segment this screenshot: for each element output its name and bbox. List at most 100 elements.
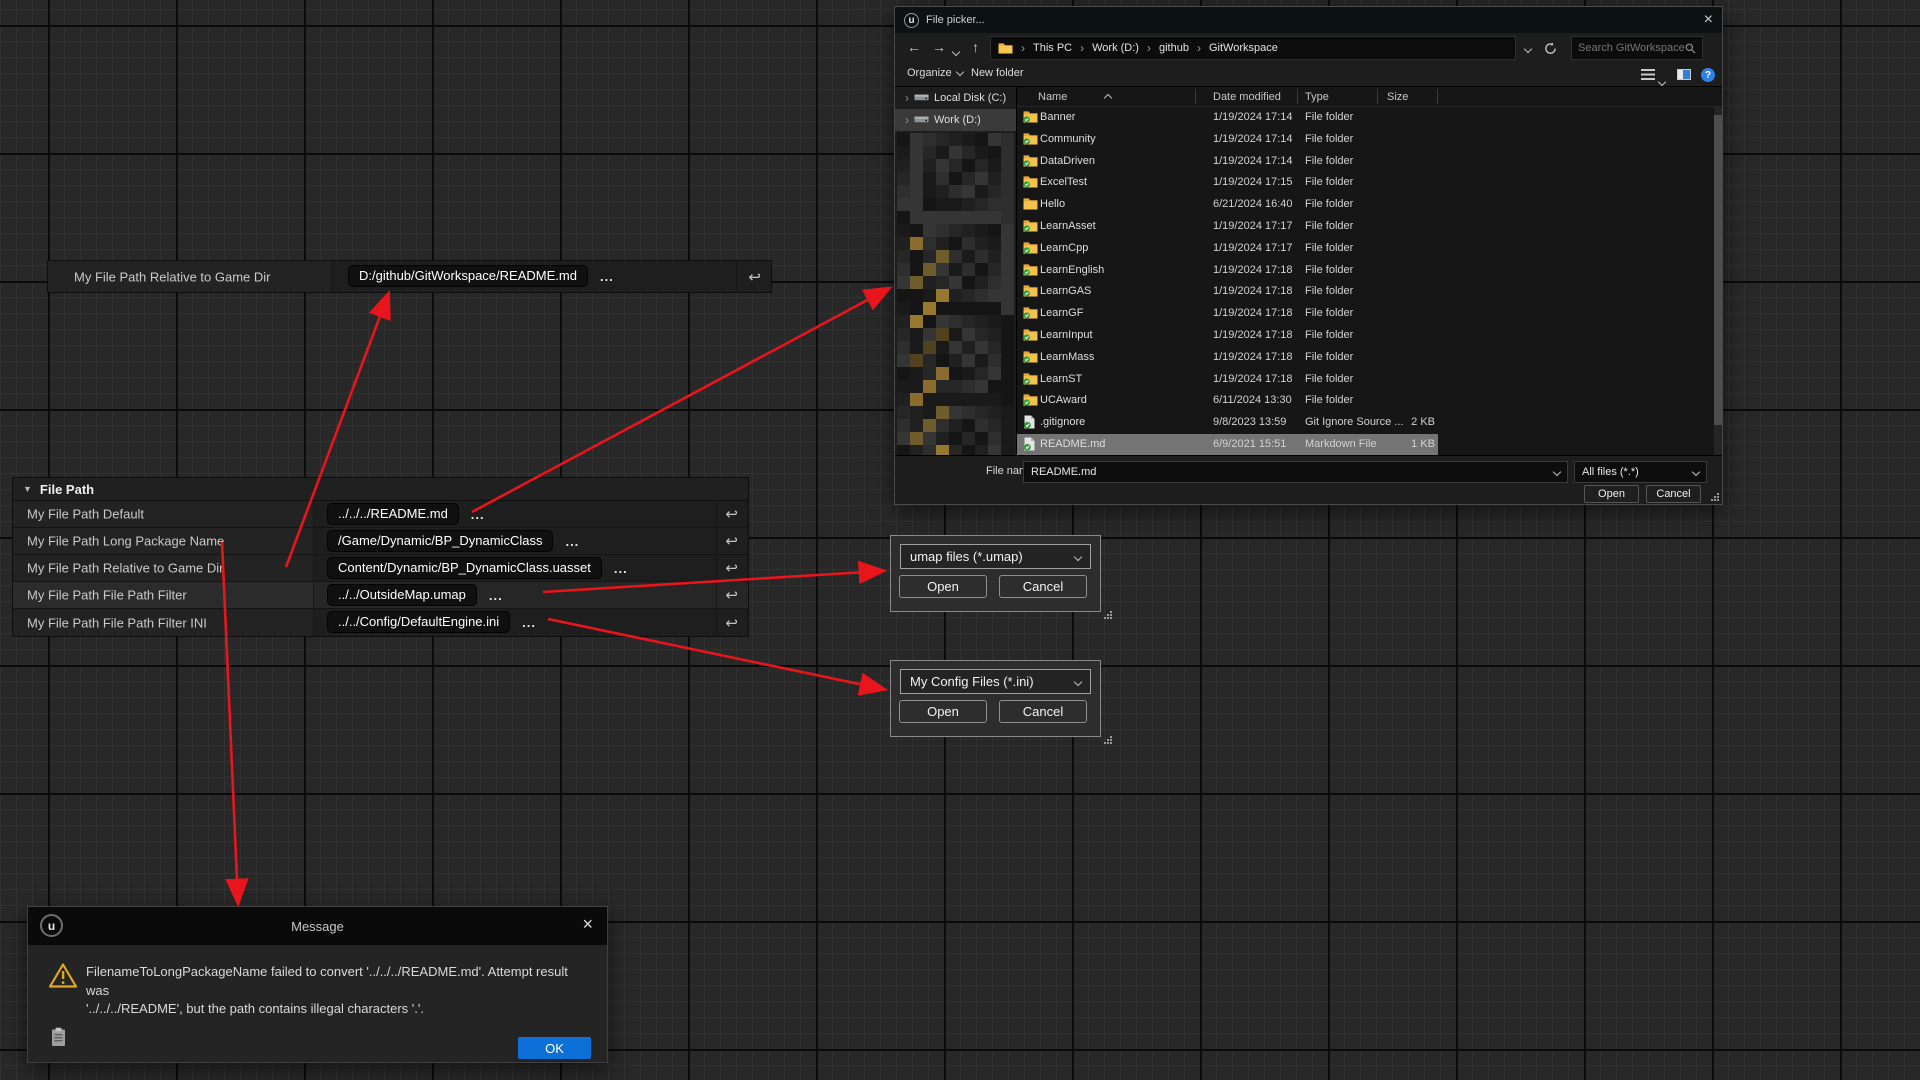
navigation-bar: ← → ↑ ›This PC›Work (D:)›github›GitWorks… [895,33,1722,63]
file-path-section-header[interactable]: ▼ File Path [13,478,748,501]
sidebar-item[interactable]: ›Local Disk (C:) [895,87,1016,109]
file-list: Name Date modified Type Size Banner1/19/202… [1017,87,1722,457]
chevron-down-icon [1074,552,1082,560]
reset-to-default-icon[interactable]: ↩ [725,614,738,632]
help-icon[interactable]: ? [1701,68,1715,82]
breadcrumb-item[interactable]: This PC [1033,42,1072,54]
file-type-dropdown[interactable]: All files (*.*) [1574,461,1707,483]
file-name-input[interactable] [1031,466,1554,478]
browse-ellipsis-button[interactable]: ... [489,588,503,603]
property-value-field[interactable]: ../../OutsideMap.umap [327,584,477,606]
file-date: 1/19/2024 17:17 [1213,242,1293,254]
organize-button[interactable]: Organize [907,67,963,79]
file-row[interactable]: LearnGF1/19/2024 17:18File folder [1017,303,1714,325]
column-header-size[interactable]: Size [1387,91,1408,103]
copy-to-clipboard-icon[interactable] [51,1027,66,1052]
breadcrumb-item[interactable]: github [1159,42,1189,54]
file-name: LearnCpp [1040,242,1088,254]
cancel-button[interactable]: Cancel [1646,485,1701,503]
ini-open-button[interactable]: Open [899,700,987,723]
file-row[interactable]: .gitignore9/8/2023 13:59Git Ignore Sourc… [1017,412,1714,434]
close-icon[interactable]: × [582,914,593,934]
ok-button[interactable]: OK [518,1037,591,1059]
folder-icon [1023,372,1038,388]
file-row[interactable]: LearnGAS1/19/2024 17:18File folder [1017,281,1714,303]
node-property-row: My File Path Relative to Game Dir D:/git… [47,260,772,293]
file-row[interactable]: Community1/19/2024 17:14File folder [1017,129,1714,151]
resize-grip[interactable] [1102,609,1112,619]
folder-icon [1023,306,1038,322]
ini-filter-dropdown[interactable]: My Config Files (*.ini) [900,669,1091,694]
column-header-type[interactable]: Type [1305,91,1329,103]
collapse-triangle-icon[interactable]: ▼ [23,484,32,494]
scrollbar[interactable] [1714,107,1722,457]
resize-grip[interactable] [1102,734,1112,744]
address-dropdown-chevron-icon[interactable] [1525,39,1531,57]
file-row[interactable]: LearnEnglish1/19/2024 17:18File folder [1017,260,1714,282]
reset-to-default-icon[interactable]: ↩ [725,532,738,550]
search-input[interactable] [1578,42,1685,54]
change-view-icon[interactable] [1641,69,1655,80]
file-row[interactable]: Banner1/19/2024 17:14File folder [1017,107,1714,129]
close-icon[interactable]: × [1704,12,1713,28]
file-row[interactable]: UCAward6/11/2024 13:30File folder [1017,390,1714,412]
property-value-field[interactable]: ../../../README.md [327,503,459,525]
expand-chevron-icon[interactable]: › [905,91,909,105]
file-name-combobox[interactable] [1023,461,1568,483]
file-name: README.md [1040,438,1105,450]
property-value-field[interactable]: /Game/Dynamic/BP_DynamicClass [327,530,553,552]
new-folder-button[interactable]: New folder [971,67,1024,79]
expand-chevron-icon[interactable]: › [905,113,909,127]
file-picker-titlebar[interactable]: u File picker... × [895,7,1722,33]
browse-ellipsis-button[interactable]: ... [522,615,536,630]
breadcrumb-item[interactable]: Work (D:) [1092,42,1139,54]
sidebar-item[interactable]: ›Work (D:) [895,109,1016,131]
file-row[interactable]: Hello6/21/2024 16:40File folder [1017,194,1714,216]
column-header-date-modified[interactable]: Date modified [1213,91,1281,103]
file-row[interactable]: DataDriven1/19/2024 17:14File folder [1017,151,1714,173]
breadcrumb-separator-icon: › [1080,41,1084,55]
umap-filter-dropdown[interactable]: umap files (*.umap) [900,544,1091,569]
scrollbar-thumb[interactable] [1714,115,1722,425]
preview-pane-icon[interactable] [1677,69,1691,80]
breadcrumb-item[interactable]: GitWorkspace [1209,42,1278,54]
search-field[interactable] [1571,36,1703,60]
back-icon[interactable]: ← [907,39,921,55]
resize-grip[interactable] [1709,491,1719,501]
file-row[interactable]: LearnInput1/19/2024 17:18File folder [1017,325,1714,347]
browse-ellipsis-button[interactable]: ... [565,534,579,549]
column-header-name[interactable]: Name [1038,91,1067,103]
file-date: 1/19/2024 17:15 [1213,176,1293,188]
up-icon[interactable]: ↑ [972,39,979,55]
refresh-icon[interactable] [1544,42,1557,55]
umap-open-button[interactable]: Open [899,575,987,598]
file-row[interactable]: LearnCpp1/19/2024 17:17File folder [1017,238,1714,260]
browse-ellipsis-button[interactable]: ... [471,507,485,522]
ini-cancel-button[interactable]: Cancel [999,700,1087,723]
file-type: File folder [1305,155,1353,167]
reset-to-default-icon[interactable]: ↩ [725,505,738,523]
breadcrumb[interactable]: ›This PC›Work (D:)›github›GitWorkspace [990,36,1516,60]
file-row[interactable]: README.md6/9/2021 15:51Markdown File1 KB [1017,434,1714,456]
recent-locations-chevron-icon[interactable] [953,42,959,58]
file-row[interactable]: LearnST1/19/2024 17:18File folder [1017,369,1714,391]
file-row[interactable]: LearnAsset1/19/2024 17:17File folder [1017,216,1714,238]
umap-cancel-button[interactable]: Cancel [999,575,1087,598]
open-button[interactable]: Open [1584,485,1639,503]
browse-ellipsis-button[interactable]: ... [600,269,614,284]
file-type-chevron-icon[interactable] [1692,468,1700,476]
forward-icon[interactable]: → [932,39,946,55]
reset-to-default-icon[interactable]: ↩ [748,268,761,286]
property-value-field[interactable]: Content/Dynamic/BP_DynamicClass.uasset [327,557,602,579]
file-row[interactable]: LearnMass1/19/2024 17:18File folder [1017,347,1714,369]
blueprint-canvas[interactable]: My File Path Relative to Game Dir D:/git… [0,0,1920,1080]
reset-to-default-icon[interactable]: ↩ [725,586,738,604]
file-row[interactable]: ExcelTest1/19/2024 17:15File folder [1017,172,1714,194]
reset-to-default-icon[interactable]: ↩ [725,559,738,577]
property-value-field[interactable]: ../../Config/DefaultEngine.ini [327,611,510,633]
node-path-value-field[interactable]: D:/github/GitWorkspace/README.md [348,265,588,287]
message-titlebar[interactable]: u Message × [28,907,607,945]
breadcrumb-separator-icon: › [1021,41,1025,55]
browse-ellipsis-button[interactable]: ... [614,561,628,576]
file-name-chevron-icon[interactable] [1553,468,1561,476]
